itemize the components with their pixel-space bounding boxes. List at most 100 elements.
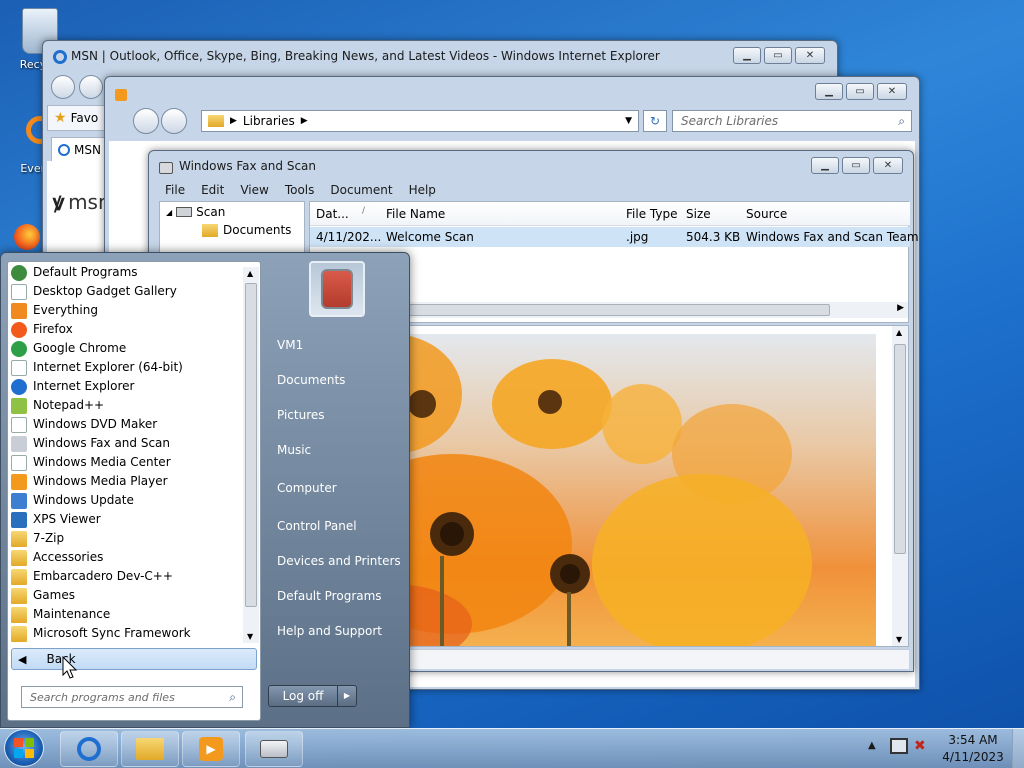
program-item[interactable]: Windows Media Center <box>11 453 241 472</box>
program-item[interactable]: Windows Fax and Scan <box>11 434 241 453</box>
show-desktop-button[interactable] <box>1012 729 1024 768</box>
fax-close-button[interactable]: ✕ <box>873 157 903 174</box>
network-icon[interactable] <box>890 738 908 754</box>
program-item[interactable]: Notepad++ <box>11 396 241 415</box>
start-link-computer[interactable]: Computer <box>277 481 337 495</box>
ie-maximize-button[interactable]: ▭ <box>764 47 792 64</box>
refresh-button[interactable]: ↻ <box>643 110 667 132</box>
program-item[interactable]: Embarcadero Dev-C++ <box>11 567 241 586</box>
libraries-folder-icon <box>208 115 224 127</box>
start-button[interactable] <box>4 729 44 767</box>
program-item[interactable]: Desktop Gadget Gallery <box>11 282 241 301</box>
explorer-address-bar[interactable]: ▶ Libraries ▶ ▼ <box>201 110 639 132</box>
address-dropdown-icon[interactable]: ▼ <box>625 116 632 126</box>
breadcrumb-arrow-icon: ▶ <box>230 116 237 126</box>
ie-back-button[interactable] <box>51 75 75 99</box>
ie-tab-icon <box>58 143 70 156</box>
program-item[interactable]: 7-Zip <box>11 529 241 548</box>
program-item[interactable]: Maintenance <box>11 605 241 624</box>
program-item[interactable]: Default Programs <box>11 263 241 282</box>
explorer-close-button[interactable]: ✕ <box>877 83 907 100</box>
folder-icon <box>11 568 27 585</box>
chrome-icon <box>11 340 27 357</box>
logoff-button[interactable]: Log off <box>268 685 338 707</box>
menu-tools[interactable]: Tools <box>277 180 323 200</box>
tree-item-documents[interactable]: Documents <box>202 223 291 237</box>
taskbar-ie-button[interactable] <box>60 731 118 767</box>
program-item[interactable]: Windows Update <box>11 491 241 510</box>
taskbar-media-player-button[interactable]: ▶ <box>182 731 240 767</box>
ie-close-button[interactable]: ✕ <box>795 47 825 64</box>
program-item[interactable]: Internet Explorer <box>11 377 241 396</box>
user-picture[interactable] <box>309 261 365 317</box>
col-header-size[interactable]: Size <box>686 207 711 221</box>
start-link-documents[interactable]: Documents <box>277 373 345 387</box>
scroll-right-arrow-icon[interactable]: ▶ <box>897 303 904 313</box>
shutdown-options-button[interactable]: ▶ <box>337 685 357 707</box>
program-item[interactable]: Google Chrome <box>11 339 241 358</box>
list-header: Dat... / File Name File Type Size Source <box>310 202 910 226</box>
firefox-desktop-icon[interactable] <box>14 224 44 252</box>
start-link-help-and-support[interactable]: Help and Support <box>277 624 382 638</box>
list-scroll-down-icon[interactable]: ▼ <box>247 632 253 641</box>
cell-source: Windows Fax and Scan Team <box>746 230 919 244</box>
table-row[interactable]: 4/11/202... Welcome Scan .jpg 504.3 KB W… <box>310 227 919 247</box>
explorer-maximize-button[interactable]: ▭ <box>846 83 874 100</box>
start-link-control-panel[interactable]: Control Panel <box>277 519 357 533</box>
explorer-back-button[interactable] <box>133 108 159 134</box>
menu-help[interactable]: Help <box>401 180 444 200</box>
start-link-pictures[interactable]: Pictures <box>277 408 325 422</box>
vertical-scroll-thumb[interactable] <box>894 344 906 554</box>
back-arrow-icon: ◀ <box>18 652 27 666</box>
explorer-forward-button[interactable] <box>161 108 187 134</box>
explorer-search-box[interactable]: Search Libraries ⌕ <box>672 110 912 132</box>
ie-forward-button[interactable] <box>79 75 103 99</box>
program-item[interactable]: Firefox <box>11 320 241 339</box>
program-item[interactable]: XPS Viewer <box>11 510 241 529</box>
menu-edit[interactable]: Edit <box>193 180 232 200</box>
program-item[interactable]: Accessories <box>11 548 241 567</box>
program-list-scrollbar[interactable]: ▲ ▼ <box>243 267 259 643</box>
col-header-source[interactable]: Source <box>746 207 787 221</box>
back-button[interactable]: ◀ Back <box>11 648 257 670</box>
scroll-down-arrow-icon[interactable]: ▼ <box>896 635 902 644</box>
start-link-default-programs[interactable]: Default Programs <box>277 589 382 603</box>
show-hidden-icons-button[interactable]: ▲ <box>868 740 876 751</box>
program-item[interactable]: Windows DVD Maker <box>11 415 241 434</box>
col-header-file-name[interactable]: File Name <box>386 207 445 221</box>
ie-minimize-button[interactable]: ▁ <box>733 47 761 64</box>
explorer-minimize-button[interactable]: ▁ <box>815 83 843 100</box>
scroll-up-arrow-icon[interactable]: ▲ <box>896 328 902 337</box>
fax-menu-bar: File Edit View Tools Document Help <box>157 180 444 200</box>
menu-file[interactable]: File <box>157 180 193 200</box>
clock[interactable]: 3:54 AM 4/11/2023 <box>940 732 1006 766</box>
tree-item-scan[interactable]: ◢ Scan <box>166 205 225 219</box>
taskbar-fax-scan-button[interactable] <box>245 731 303 767</box>
menu-view[interactable]: View <box>232 180 276 200</box>
program-item[interactable]: Games <box>11 586 241 605</box>
start-search-box[interactable]: Search programs and files ⌕ <box>21 686 243 708</box>
fax-minimize-button[interactable]: ▁ <box>811 157 839 174</box>
col-header-date[interactable]: Dat... <box>316 207 349 221</box>
list-scroll-up-icon[interactable]: ▲ <box>247 269 253 278</box>
taskbar-explorer-button[interactable] <box>121 731 179 767</box>
breadcrumb[interactable]: Libraries <box>243 114 295 128</box>
start-link-vm1[interactable]: VM1 <box>277 338 303 352</box>
fax-window-title: Windows Fax and Scan <box>179 159 317 173</box>
notepadpp-icon <box>11 397 27 414</box>
explorer-search-placeholder: Search Libraries <box>681 114 779 128</box>
program-item[interactable]: Microsoft Sync Framework <box>11 624 241 643</box>
list-scroll-thumb[interactable] <box>245 283 257 607</box>
program-item[interactable]: Internet Explorer (64-bit) <box>11 358 241 377</box>
menu-document[interactable]: Document <box>322 180 400 200</box>
vertical-scrollbar[interactable]: ▲ ▼ <box>892 326 908 646</box>
folder-icon <box>202 223 218 237</box>
col-header-file-type[interactable]: File Type <box>626 207 677 221</box>
default-programs-icon <box>11 264 27 281</box>
fax-maximize-button[interactable]: ▭ <box>842 157 870 174</box>
start-link-devices-and-printers[interactable]: Devices and Printers <box>277 554 401 568</box>
program-item[interactable]: Everything <box>11 301 241 320</box>
volume-muted-icon[interactable]: ✖ <box>914 738 926 754</box>
program-item[interactable]: Windows Media Player <box>11 472 241 491</box>
start-link-music[interactable]: Music <box>277 443 311 457</box>
